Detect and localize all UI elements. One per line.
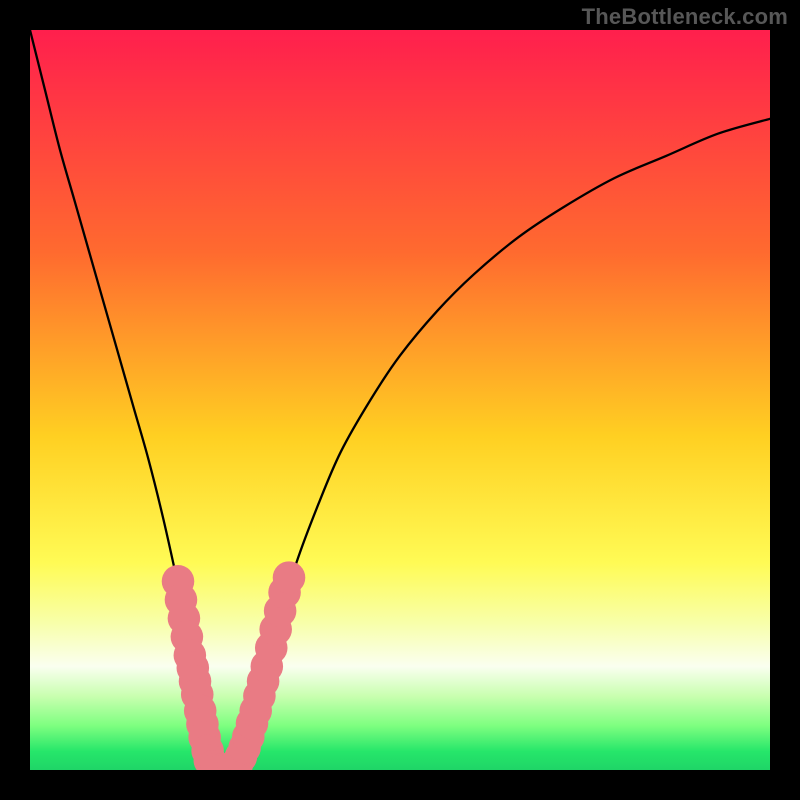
scatter-point: [273, 561, 306, 594]
chart-svg: [30, 30, 770, 770]
plot-area: [30, 30, 770, 770]
gradient-background: [30, 30, 770, 770]
watermark-text: TheBottleneck.com: [582, 4, 788, 30]
chart-frame: TheBottleneck.com: [0, 0, 800, 800]
